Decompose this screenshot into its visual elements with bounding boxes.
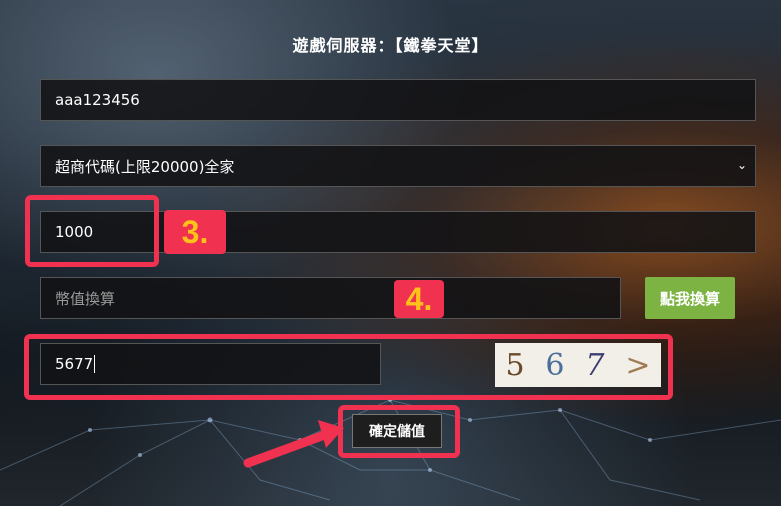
chevron-down-icon: ⌄ bbox=[736, 158, 747, 172]
payment-method-select[interactable]: 超商代碼(上限20000)全家 ⌄ bbox=[40, 145, 756, 187]
conversion-placeholder: 幣值換算 bbox=[55, 289, 116, 308]
submit-highlight-box bbox=[338, 405, 460, 458]
captcha-highlight-box bbox=[24, 334, 673, 400]
step3-highlight-box bbox=[25, 195, 159, 267]
step3-tag: 3. bbox=[164, 210, 226, 254]
convert-button[interactable]: 點我換算 bbox=[645, 277, 735, 319]
account-value: aaa123456 bbox=[55, 91, 140, 109]
account-input[interactable]: aaa123456 bbox=[40, 79, 756, 121]
server-title: 遊戲伺服器：【鐵拳天堂】 bbox=[292, 36, 489, 55]
payment-method-value: 超商代碼(上限20000)全家 bbox=[55, 157, 235, 176]
conversion-field[interactable]: 幣值換算 bbox=[40, 277, 621, 319]
step4-tag: 4. bbox=[394, 280, 444, 318]
